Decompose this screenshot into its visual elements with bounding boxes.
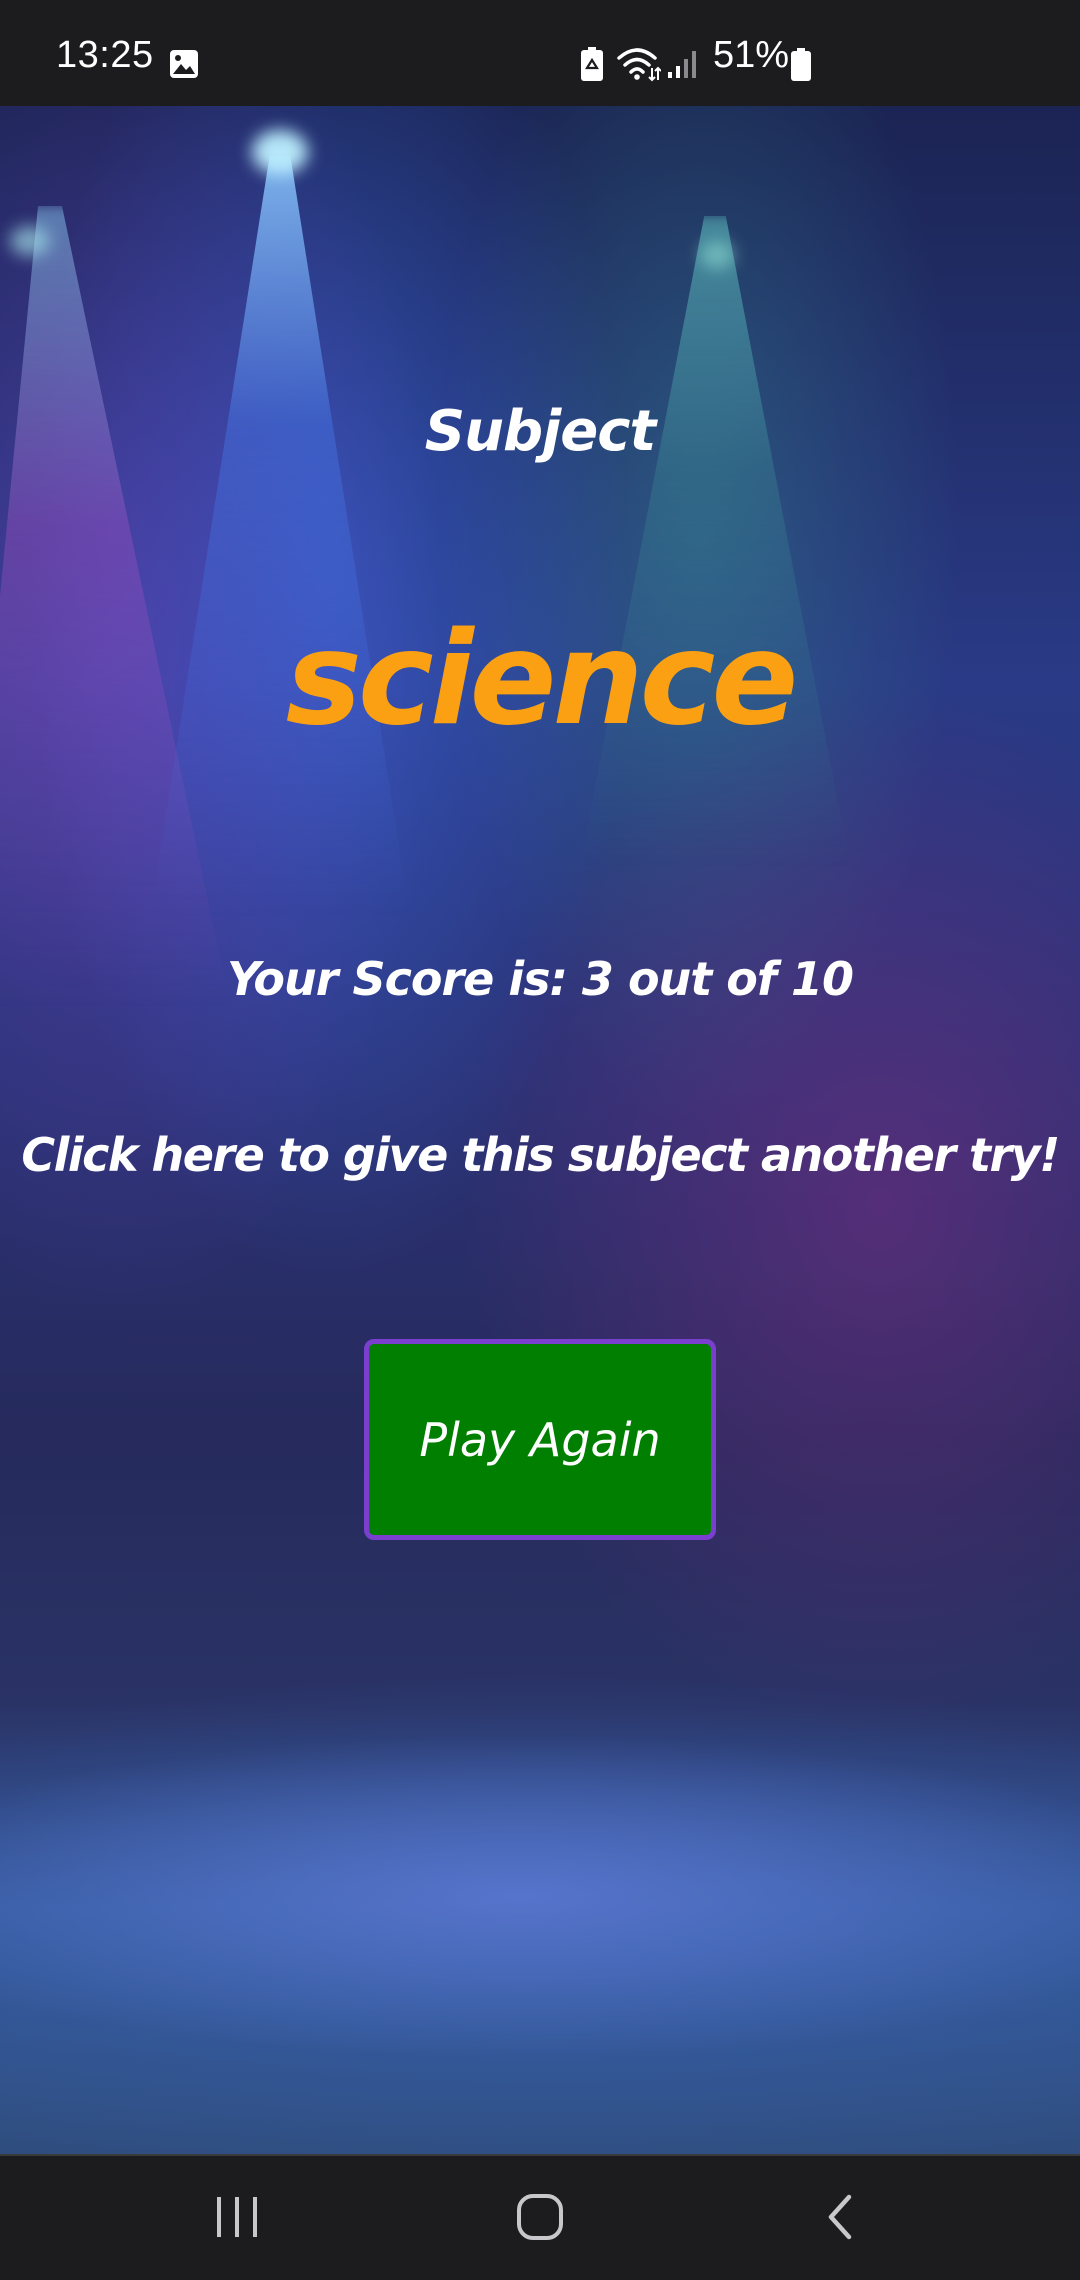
spotlight-flare bbox=[700, 241, 734, 269]
status-time: 13:25 bbox=[56, 34, 154, 76]
spotlight-beam bbox=[580, 216, 850, 866]
app-screen: 13:25 51% Subject science Your Score is:… bbox=[0, 0, 1080, 2280]
battery-saver-icon bbox=[580, 46, 604, 86]
home-icon bbox=[515, 2192, 565, 2246]
spotlight-beam bbox=[150, 156, 410, 916]
back-icon bbox=[823, 2193, 859, 2245]
battery-percent: 51% bbox=[713, 34, 790, 76]
stage-background: Subject science Your Score is: 3 out of … bbox=[0, 106, 1080, 2154]
retry-prompt: Click here to give this subject another … bbox=[21, 1128, 1060, 1182]
status-bar: 13:25 51% bbox=[0, 0, 1080, 106]
wifi-icon bbox=[617, 46, 662, 86]
play-again-button[interactable]: Play Again bbox=[364, 1339, 716, 1540]
image-icon bbox=[168, 48, 200, 84]
back-button[interactable] bbox=[801, 2184, 881, 2254]
spotlight-flare bbox=[252, 130, 308, 174]
recent-apps-button[interactable] bbox=[197, 2184, 277, 2254]
score-text: Your Score is: 3 out of 10 bbox=[227, 952, 854, 1006]
navigation-bar bbox=[0, 2154, 1080, 2280]
battery-icon bbox=[790, 48, 812, 86]
home-button[interactable] bbox=[500, 2184, 580, 2254]
subject-heading: Subject bbox=[424, 399, 656, 464]
signal-icon bbox=[666, 48, 698, 84]
subject-name: science bbox=[285, 605, 799, 754]
recent-apps-icon bbox=[213, 2195, 261, 2243]
spotlight-flare bbox=[10, 226, 50, 256]
